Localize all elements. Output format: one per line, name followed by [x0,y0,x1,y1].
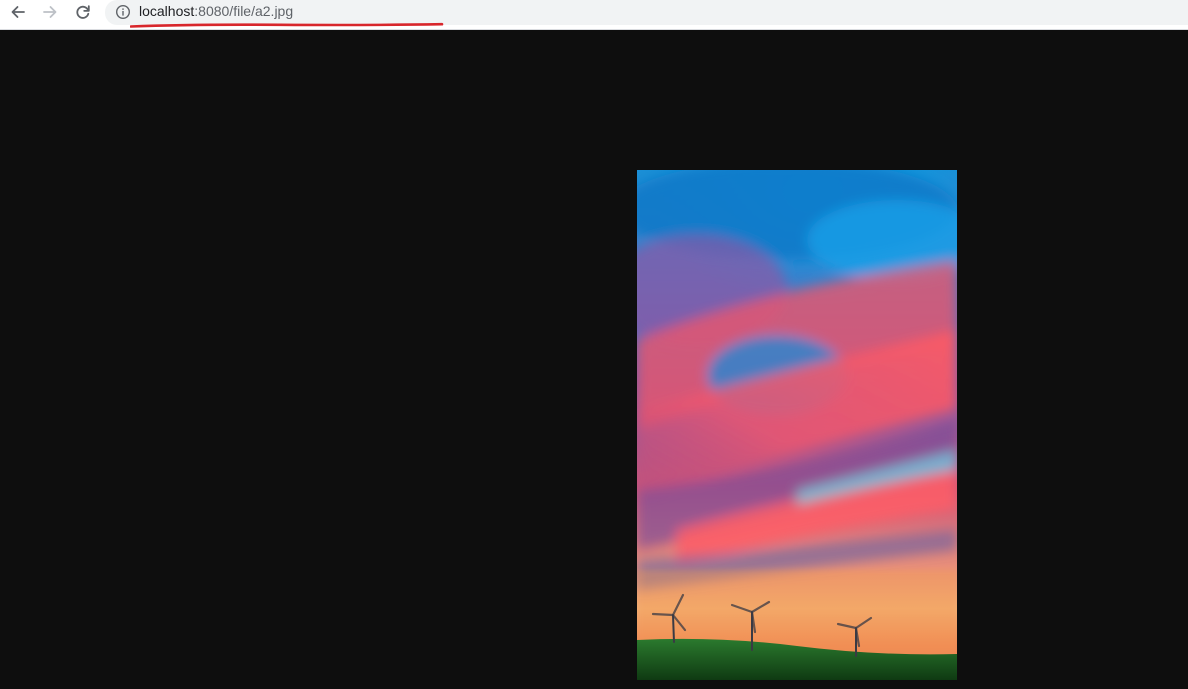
arrow-right-icon [43,6,57,18]
red-annotation-underline [130,22,444,28]
arrow-left-icon [11,6,25,18]
url-text[interactable]: localhost:8080/file/a2.jpg [139,3,293,20]
image-viewer [0,30,1188,689]
reload-button[interactable] [71,2,95,22]
displayed-image[interactable] [637,170,957,680]
reload-icon [76,5,90,19]
browser-toolbar: localhost:8080/file/a2.jpg [0,0,1188,30]
back-button[interactable] [6,2,30,22]
url-path: :8080/file/a2.jpg [194,3,294,19]
sunset-photo [637,170,957,680]
info-icon[interactable] [115,4,131,20]
url-host: localhost [139,3,195,19]
forward-button[interactable] [38,2,62,22]
